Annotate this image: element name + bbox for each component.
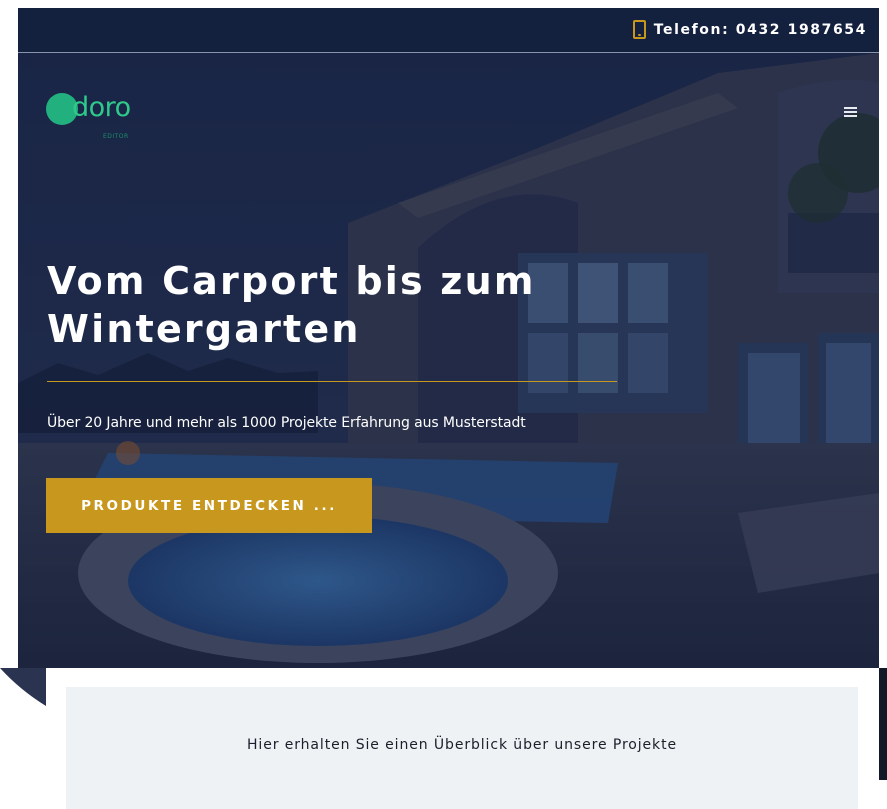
hero-section: doro EDITOR Vom Carport bis zum Winterga…	[18, 53, 879, 668]
hero-title: Vom Carport bis zum Wintergarten	[47, 259, 536, 351]
info-text: Hier erhalten Sie einen Überblick über u…	[247, 737, 677, 753]
hero-subtitle: Über 20 Jahre und mehr als 1000 Projekte…	[47, 415, 526, 431]
phone-contact[interactable]: Telefon: 0432 1987654	[632, 20, 867, 39]
logo-wordmark: doro	[72, 92, 131, 123]
phone-number: Telefon: 0432 1987654	[653, 21, 867, 38]
hamburger-menu-icon[interactable]	[844, 107, 857, 117]
logo-text: doro EDITOR	[72, 92, 131, 141]
site-logo[interactable]: doro EDITOR	[46, 92, 131, 141]
info-card-inner: Hier erhalten Sie einen Überblick über u…	[66, 687, 858, 809]
logo-subtext: EDITOR	[102, 133, 129, 140]
menu-line	[844, 115, 857, 117]
info-card: Hier erhalten Sie einen Überblick über u…	[46, 668, 879, 809]
phone-icon	[632, 20, 646, 39]
page: Telefon: 0432 1987654 doro EDITOR Vom Ca…	[0, 0, 887, 809]
top-contact-bar: Telefon: 0432 1987654	[18, 8, 879, 53]
right-edge-decoration	[879, 668, 887, 780]
hero-divider	[47, 381, 617, 382]
discover-products-button[interactable]: PRODUKTE ENTDECKEN ...	[46, 478, 372, 533]
menu-line	[844, 107, 857, 109]
decorative-curve	[0, 668, 46, 706]
menu-line	[844, 111, 857, 113]
hero-background-image	[18, 53, 879, 668]
